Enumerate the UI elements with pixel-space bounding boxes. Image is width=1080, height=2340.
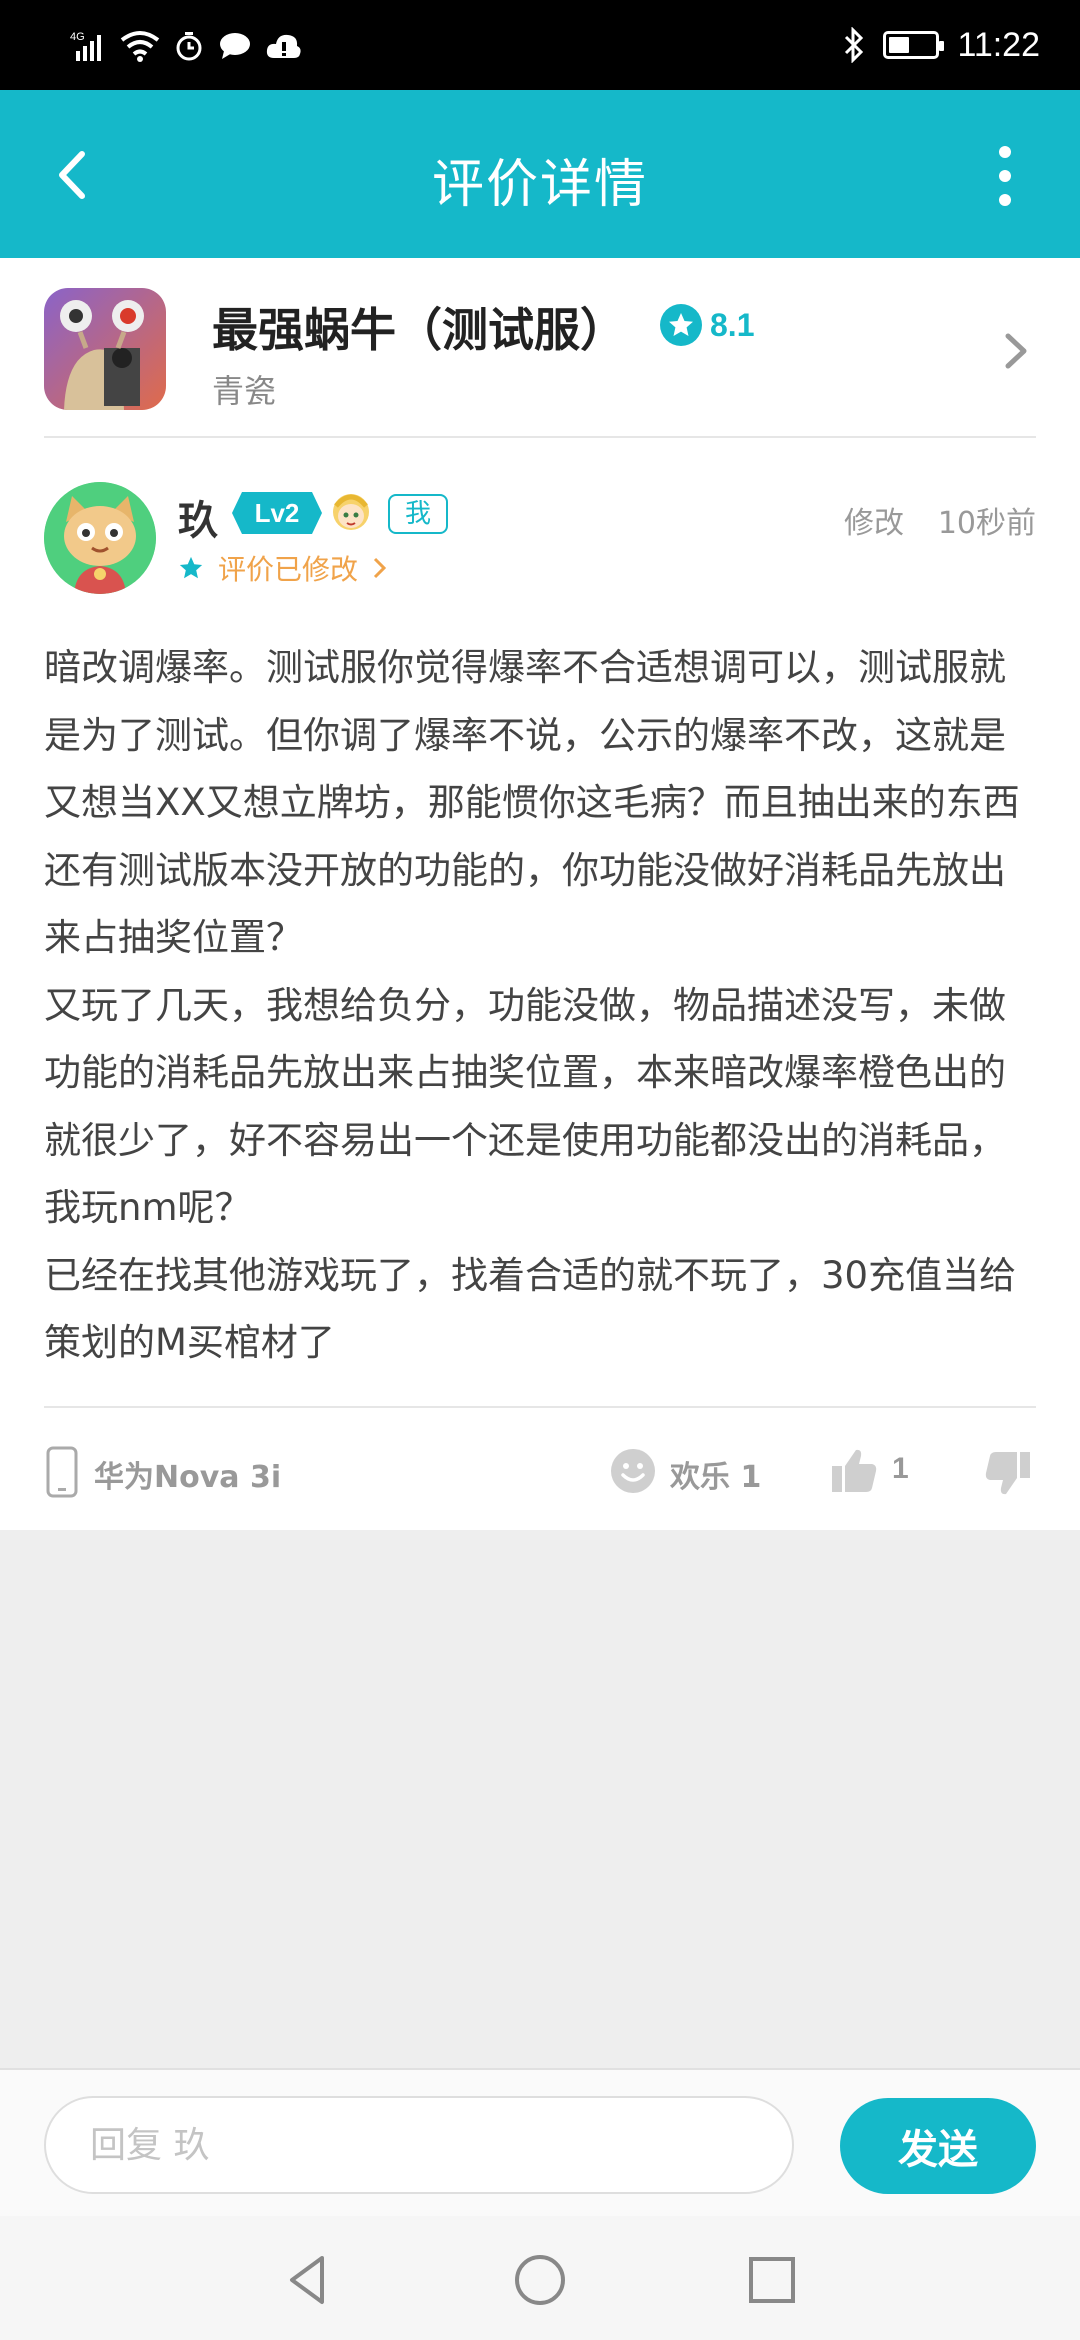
battery-icon bbox=[883, 31, 945, 59]
like-count: 1 bbox=[892, 1452, 909, 1485]
level-text: Lv2 bbox=[254, 498, 300, 528]
smiley-icon[interactable] bbox=[610, 1448, 656, 1494]
game-name: 最强蜗牛（测试服） bbox=[212, 303, 626, 357]
alarm-icon bbox=[176, 32, 202, 61]
app-bar: 评价详情 bbox=[0, 90, 1080, 258]
cloud-icon bbox=[266, 34, 301, 58]
game-info-row[interactable]: 最强蜗牛（测试服） 8.1 青瓷 bbox=[44, 288, 1036, 438]
nav-back-icon[interactable] bbox=[278, 2250, 338, 2310]
reply-input[interactable] bbox=[44, 2096, 794, 2194]
chevron-right-icon bbox=[373, 557, 387, 579]
star-icon bbox=[179, 556, 203, 579]
nav-home-icon[interactable] bbox=[510, 2250, 570, 2310]
game-developer: 青瓷 bbox=[212, 372, 277, 410]
edited-label: 评价已修改 bbox=[218, 553, 359, 586]
rating-score: 8.1 bbox=[710, 306, 755, 343]
bluetooth-icon bbox=[845, 27, 864, 63]
status-bar: 4G 11:22 bbox=[0, 0, 1080, 90]
thumbs-down-icon[interactable] bbox=[984, 1450, 1032, 1498]
signal-icon: 4G bbox=[70, 31, 101, 61]
review-actions: 华为Nova 3i 欢乐 1 1 bbox=[44, 1438, 1036, 1508]
review-body: 暗改调爆率。测试服你觉得爆率不合适想调可以，测试服就是为了测试。但你调了爆率不说… bbox=[44, 646, 1020, 1364]
phone-icon bbox=[46, 1446, 78, 1498]
review-time: 10秒前 bbox=[937, 506, 1036, 541]
review-card: 最强蜗牛（测试服） 8.1 青瓷 玖 Lv2 我 评价已修改 修改 10秒前 暗… bbox=[0, 258, 1080, 1530]
more-vertical-icon bbox=[999, 146, 1011, 206]
system-nav-bar bbox=[0, 2216, 1080, 2340]
status-left-icons: 4G bbox=[70, 26, 302, 66]
chat-icon bbox=[220, 33, 250, 59]
level-badge: Lv2 bbox=[232, 492, 322, 534]
me-badge: 我 bbox=[388, 494, 448, 534]
review-header: 玖 Lv2 我 评价已修改 修改 10秒前 bbox=[44, 482, 1036, 602]
user-name: 玖 bbox=[178, 498, 218, 544]
network-type: 4G bbox=[70, 31, 85, 43]
divider bbox=[44, 1406, 1036, 1408]
fun-reaction[interactable]: 欢乐 1 bbox=[670, 1452, 761, 1496]
reply-bar: 发送 bbox=[0, 2068, 1080, 2216]
game-rating: 8.1 bbox=[660, 304, 754, 346]
chevron-right-icon bbox=[1005, 333, 1027, 369]
edit-button[interactable]: 修改 bbox=[844, 498, 904, 542]
divider bbox=[44, 436, 1036, 438]
edited-link[interactable]: 评价已修改 bbox=[178, 548, 388, 588]
send-button[interactable]: 发送 bbox=[840, 2098, 1036, 2194]
avatar[interactable] bbox=[44, 482, 156, 594]
device-name: 华为Nova 3i bbox=[94, 1460, 282, 1495]
star-icon bbox=[660, 304, 702, 346]
character-badge-icon bbox=[333, 494, 369, 530]
more-button[interactable] bbox=[970, 136, 1040, 216]
nav-recents-icon[interactable] bbox=[742, 2250, 802, 2310]
status-right-icons: 11:22 bbox=[843, 20, 1040, 70]
page-title: 评价详情 bbox=[431, 155, 648, 215]
status-time: 11:22 bbox=[957, 25, 1040, 64]
wifi-icon bbox=[120, 31, 160, 62]
thumbs-up-icon[interactable] bbox=[830, 1446, 878, 1494]
game-icon bbox=[44, 288, 166, 410]
